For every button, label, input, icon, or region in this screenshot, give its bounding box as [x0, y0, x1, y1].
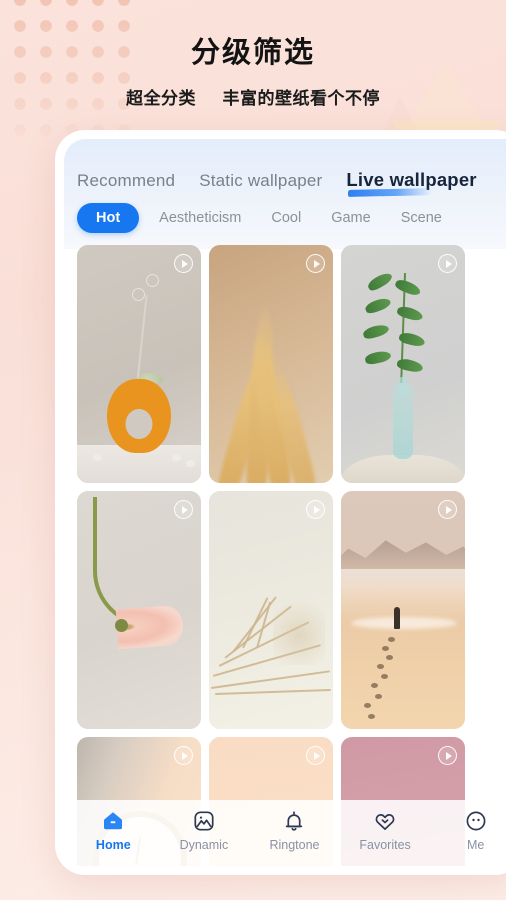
tab-static-wallpaper[interactable]: Static wallpaper [199, 171, 322, 193]
wallpaper-card-golden-pampas-grass[interactable] [209, 245, 333, 483]
wallpaper-card-green-plant-glass-bottle[interactable] [341, 245, 465, 483]
play-icon[interactable] [306, 746, 325, 765]
play-icon[interactable] [174, 254, 193, 273]
wallpaper-thumb-desert-footprints-walker [341, 491, 465, 729]
play-icon[interactable] [306, 500, 325, 519]
nav-item-favorites-label: Favorites [359, 837, 411, 852]
nav-item-ringtone[interactable]: Ringtone [249, 809, 340, 852]
wallpaper-grid [64, 245, 506, 866]
wallpaper-thumb-dried-branches [209, 491, 333, 729]
wallpaper-thumb-orange-donut-vase [77, 245, 201, 483]
nav-item-dynamic[interactable]: Dynamic [159, 809, 250, 852]
nav-item-home[interactable]: Home [68, 809, 159, 852]
bottom-navigation-bar: Home Dynamic Ringtone Favorites Me [64, 800, 506, 866]
play-icon[interactable] [174, 500, 193, 519]
play-icon[interactable] [306, 254, 325, 273]
tab-recommend-label: Recommend [77, 171, 176, 190]
category-chip-row: Hot Aestheticism Cool Game Scene [64, 193, 506, 243]
wallpaper-thumb-pink-gerbera-daisy [77, 491, 201, 729]
chip-hot[interactable]: Hot [77, 203, 140, 233]
promo-subtitle: 超全分类 丰富的壁纸看个不停 [0, 84, 506, 109]
bell-icon [286, 810, 303, 831]
play-icon[interactable] [174, 746, 193, 765]
image-icon [194, 810, 214, 831]
nav-item-favorites[interactable]: Favorites [340, 809, 431, 852]
nav-item-ringtone-label: Ringtone [269, 837, 320, 852]
wallpaper-thumb-golden-pampas-grass [209, 245, 333, 483]
play-icon[interactable] [438, 500, 457, 519]
play-icon[interactable] [438, 746, 457, 765]
nav-item-me-label: Me [466, 837, 485, 852]
nav-item-home-label: Home [95, 837, 131, 852]
tab-static-wallpaper-label: Static wallpaper [199, 171, 323, 190]
tab-recommend[interactable]: Recommend [77, 171, 175, 193]
nav-item-me[interactable]: Me [430, 809, 506, 852]
promo-title: 分级筛选 [190, 37, 315, 69]
wallpaper-thumb-green-plant-glass-bottle [341, 245, 465, 483]
app-screen: Recommend Static wallpaper Live wallpape… [64, 139, 506, 866]
promo-header: 分级筛选 超全分类 丰富的壁纸看个不停 [0, 36, 506, 109]
face-icon [466, 811, 486, 830]
home-icon [104, 811, 123, 829]
promo-subtitle-right: 丰富的壁纸看个不停 [222, 88, 380, 108]
wallpaper-type-tabs: Recommend Static wallpaper Live wallpape… [64, 139, 506, 197]
heart-icon [375, 813, 395, 830]
chip-scene[interactable]: Scene [391, 203, 452, 233]
promo-screenshot: 分级筛选 超全分类 丰富的壁纸看个不停 Recommend Static wal… [0, 0, 506, 900]
play-icon[interactable] [438, 254, 457, 273]
wallpaper-card-pink-gerbera-daisy[interactable] [77, 491, 201, 729]
wallpaper-card-orange-donut-vase[interactable] [77, 245, 201, 483]
phone-mockup: Recommend Static wallpaper Live wallpape… [55, 130, 506, 875]
tab-live-wallpaper-label: Live wallpaper [346, 169, 477, 190]
chip-cool[interactable]: Cool [261, 203, 311, 233]
tab-live-wallpaper[interactable]: Live wallpaper [346, 169, 477, 197]
chip-aestheticism[interactable]: Aestheticism [149, 203, 251, 233]
chip-game[interactable]: Game [321, 203, 381, 233]
wallpaper-card-dried-branches[interactable] [209, 491, 333, 729]
wallpaper-card-desert-footprints-walker[interactable] [341, 491, 465, 729]
nav-item-dynamic-label: Dynamic [179, 837, 229, 852]
promo-subtitle-left: 超全分类 [126, 88, 197, 108]
